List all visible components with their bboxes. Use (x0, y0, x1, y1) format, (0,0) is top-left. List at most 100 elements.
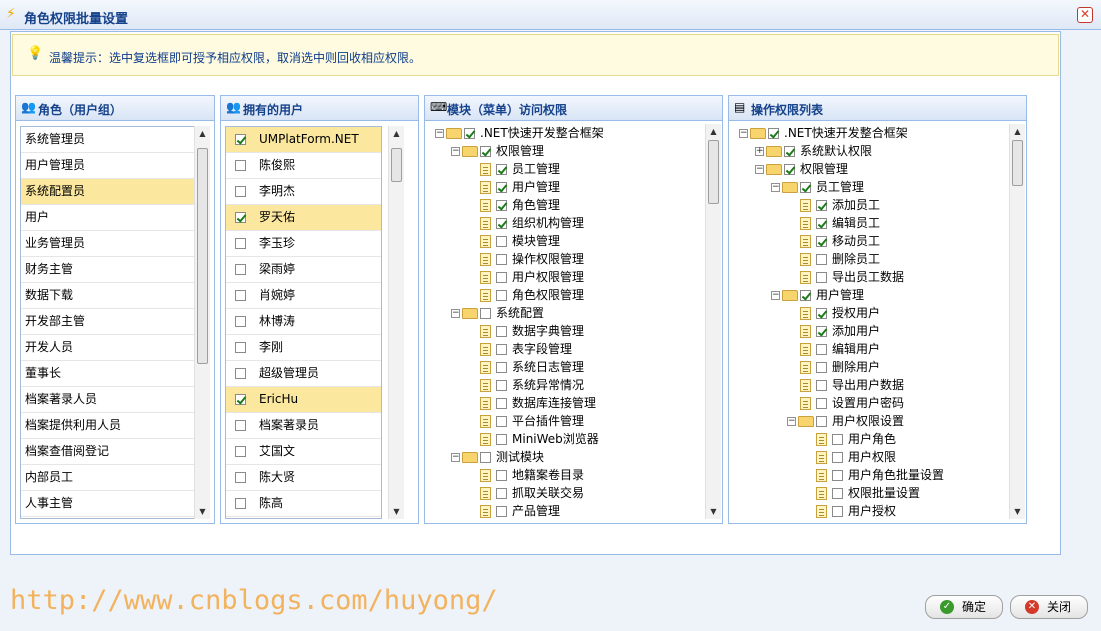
tree-node[interactable]: − 用户权限设置 (733, 412, 1009, 430)
user-checkbox[interactable] (235, 446, 246, 457)
user-checkbox[interactable] (235, 160, 246, 171)
tree-checkbox[interactable] (496, 344, 507, 355)
tree-checkbox[interactable] (496, 272, 507, 283)
roles-scrollbar[interactable]: ▲ ▼ (194, 126, 210, 519)
user-checkbox[interactable] (235, 290, 246, 301)
tree-checkbox[interactable] (816, 362, 827, 373)
tree-checkbox[interactable] (768, 128, 779, 139)
user-list-item[interactable]: 艾国文 (226, 439, 381, 465)
user-list-item[interactable]: 超级管理员 (226, 361, 381, 387)
user-checkbox[interactable] (235, 420, 246, 431)
operations-scrollbar[interactable]: ▲ ▼ (1009, 124, 1025, 519)
tree-checkbox[interactable] (832, 470, 843, 481)
tree-node[interactable]: 表字段管理 (429, 340, 705, 358)
user-list-item[interactable]: EricHu (226, 387, 381, 413)
collapse-icon[interactable]: − (771, 291, 780, 300)
tree-checkbox[interactable] (816, 200, 827, 211)
tree-node[interactable]: 添加用户 (733, 322, 1009, 340)
role-list-item[interactable]: 数据下载 (21, 283, 196, 309)
tree-checkbox[interactable] (496, 326, 507, 337)
tree-checkbox[interactable] (816, 236, 827, 247)
collapse-icon[interactable]: − (755, 165, 764, 174)
tree-checkbox[interactable] (496, 488, 507, 499)
tree-checkbox[interactable] (816, 398, 827, 409)
tree-node[interactable]: 操作权限管理 (429, 250, 705, 268)
tree-node[interactable]: − 用户管理 (733, 286, 1009, 304)
users-scrollbar[interactable]: ▲ ▼ (388, 126, 404, 519)
tree-checkbox[interactable] (816, 218, 827, 229)
tree-checkbox[interactable] (784, 164, 795, 175)
user-checkbox[interactable] (235, 264, 246, 275)
user-list-item[interactable]: 李玉珍 (226, 231, 381, 257)
user-checkbox[interactable] (235, 394, 246, 405)
tree-checkbox[interactable] (480, 146, 491, 157)
user-list-item[interactable]: 肖婉婷 (226, 283, 381, 309)
user-checkbox[interactable] (235, 498, 246, 509)
tree-node[interactable]: 编辑用户 (733, 340, 1009, 358)
user-list-item[interactable]: 罗天佑 (226, 205, 381, 231)
scroll-thumb[interactable] (391, 148, 402, 182)
tree-node[interactable]: 用户管理 (429, 178, 705, 196)
tree-node[interactable]: − 测试模块 (429, 448, 705, 466)
user-list-item[interactable]: 陈俊熙 (226, 153, 381, 179)
user-list-item[interactable]: 梁雨婷 (226, 257, 381, 283)
tree-node[interactable]: − 系统配置 (429, 304, 705, 322)
scroll-thumb[interactable] (708, 140, 719, 204)
tree-checkbox[interactable] (816, 344, 827, 355)
tree-node[interactable]: 抓取关联交易 (429, 484, 705, 502)
role-list-item[interactable]: 用户 (21, 205, 196, 231)
tree-checkbox[interactable] (816, 380, 827, 391)
tree-checkbox[interactable] (496, 470, 507, 481)
user-list-item[interactable]: 李明杰 (226, 179, 381, 205)
user-list-item[interactable]: 档案著录员 (226, 413, 381, 439)
collapse-icon[interactable]: − (451, 453, 460, 462)
tree-node[interactable]: 数据字典管理 (429, 322, 705, 340)
role-list-item[interactable]: 开发部主管 (21, 309, 196, 335)
tree-checkbox[interactable] (816, 416, 827, 427)
tree-node[interactable]: − .NET快速开发整合框架 (733, 124, 1009, 142)
tree-node[interactable]: 用户角色批量设置 (733, 466, 1009, 484)
tree-node[interactable]: 平台插件管理 (429, 412, 705, 430)
tree-checkbox[interactable] (832, 506, 843, 517)
tree-node[interactable]: + 系统默认权限 (733, 142, 1009, 160)
scroll-up-icon[interactable]: ▲ (706, 124, 721, 139)
scroll-down-icon[interactable]: ▼ (195, 504, 210, 519)
tree-node[interactable]: 角色权限管理 (429, 286, 705, 304)
user-list-item[interactable]: 林博涛 (226, 309, 381, 335)
tree-node[interactable]: 系统日志管理 (429, 358, 705, 376)
role-list-item[interactable]: 财务主管 (21, 257, 196, 283)
tree-checkbox[interactable] (832, 488, 843, 499)
tree-node[interactable]: − 员工管理 (733, 178, 1009, 196)
role-list-item[interactable]: 档案高级管理员 (21, 517, 196, 518)
role-list-item[interactable]: 董事长 (21, 361, 196, 387)
tree-checkbox[interactable] (496, 506, 507, 517)
tree-checkbox[interactable] (832, 434, 843, 445)
tree-checkbox[interactable] (832, 452, 843, 463)
collapse-icon[interactable]: − (451, 147, 460, 156)
tree-checkbox[interactable] (496, 398, 507, 409)
tree-checkbox[interactable] (480, 452, 491, 463)
tree-node[interactable]: 授权用户 (733, 304, 1009, 322)
tree-node[interactable]: 权限批量设置 (733, 484, 1009, 502)
user-checkbox[interactable] (235, 212, 246, 223)
tree-checkbox[interactable] (496, 218, 507, 229)
collapse-icon[interactable]: − (787, 417, 796, 426)
scroll-down-icon[interactable]: ▼ (706, 504, 721, 519)
tree-node[interactable]: 移动员工 (733, 232, 1009, 250)
tree-node[interactable]: 角色管理 (429, 196, 705, 214)
scroll-down-icon[interactable]: ▼ (389, 504, 404, 519)
tree-node[interactable]: 删除员工 (733, 250, 1009, 268)
tree-checkbox[interactable] (816, 254, 827, 265)
user-list-item[interactable]: 陈大贤 (226, 465, 381, 491)
tree-checkbox[interactable] (480, 308, 491, 319)
user-checkbox[interactable] (235, 186, 246, 197)
tree-node[interactable]: 数据库连接管理 (429, 394, 705, 412)
user-checkbox[interactable] (235, 472, 246, 483)
role-list-item[interactable]: 系统配置员 (21, 179, 196, 205)
role-list-item[interactable]: 业务管理员 (21, 231, 196, 257)
collapse-icon[interactable]: − (435, 129, 444, 138)
role-list-item[interactable]: 内部员工 (21, 465, 196, 491)
role-list-item[interactable]: 开发人员 (21, 335, 196, 361)
tree-checkbox[interactable] (784, 146, 795, 157)
tree-checkbox[interactable] (496, 416, 507, 427)
